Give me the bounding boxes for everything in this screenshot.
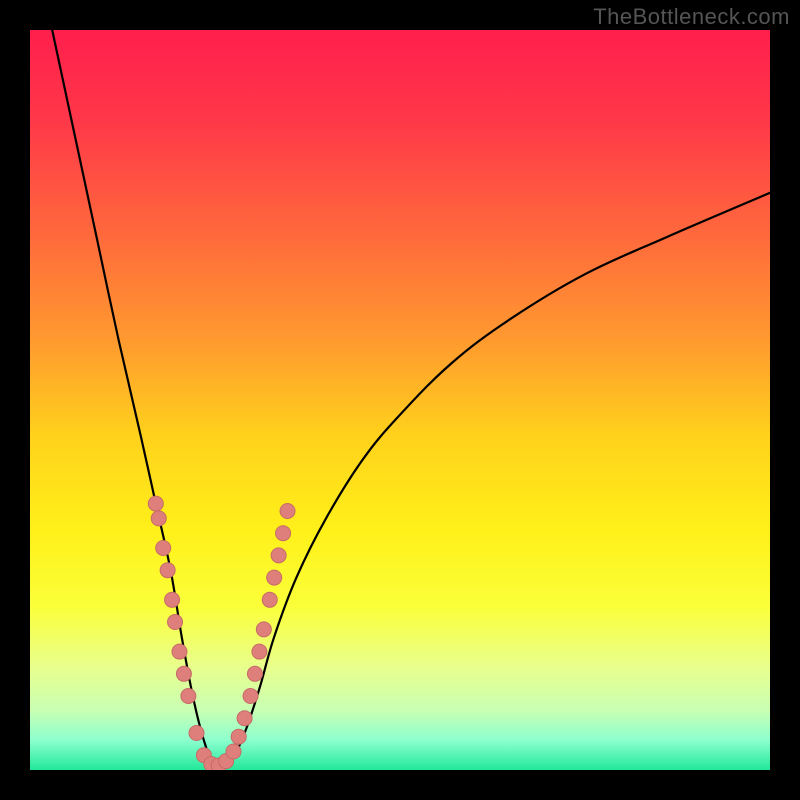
watermark-text: TheBottleneck.com — [593, 4, 790, 30]
plot-area — [30, 30, 770, 770]
gradient-background — [30, 30, 770, 770]
chart-frame: TheBottleneck.com — [0, 0, 800, 800]
